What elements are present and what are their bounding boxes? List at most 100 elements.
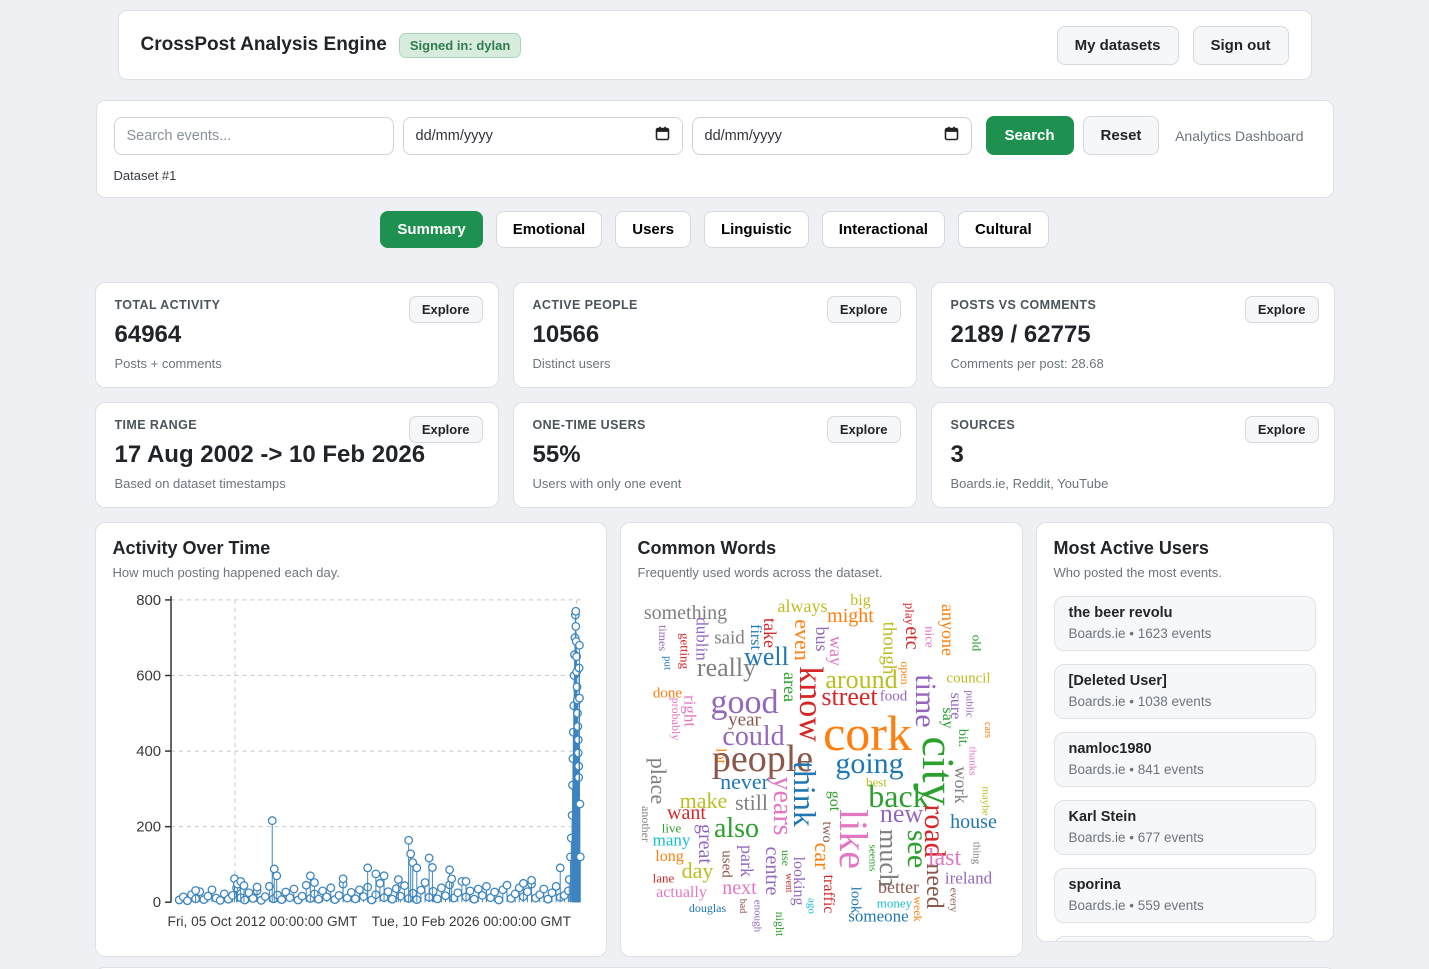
- stat-cards: TOTAL ACTIVITYExplore64964Posts + commen…: [95, 282, 1335, 508]
- stat-card-value: 17 Aug 2002 -> 10 Feb 2026: [115, 441, 479, 469]
- cloud-word: thing: [970, 842, 981, 865]
- calendar-icon[interactable]: [944, 126, 959, 145]
- cloud-word: still: [735, 792, 768, 814]
- stat-card-active-people: ACTIVE PEOPLEExplore10566Distinct users: [513, 282, 917, 388]
- explore-button[interactable]: Explore: [1245, 416, 1319, 443]
- stat-card-total-activity: TOTAL ACTIVITYExplore64964Posts + commen…: [95, 282, 499, 388]
- cloud-word: next: [722, 878, 756, 898]
- cloud-word: enough: [751, 900, 762, 932]
- explore-button[interactable]: Explore: [409, 296, 483, 323]
- most-active-users-panel: Most Active Users Who posted the most ev…: [1036, 522, 1334, 942]
- words-panel-subtitle: Frequently used words across the dataset…: [638, 565, 1005, 580]
- user-item[interactable]: Karl Stein Boards.ie • 677 events: [1054, 800, 1316, 855]
- cloud-word: might: [827, 606, 874, 626]
- activity-over-time-panel: Activity Over Time How much posting happ…: [95, 522, 607, 957]
- user-list: the beer revoluBoards.ie • 1623 events [D…: [1054, 596, 1316, 942]
- cloud-word: another: [640, 806, 652, 842]
- tab-summary[interactable]: Summary: [380, 211, 482, 248]
- cloud-word: park: [738, 845, 756, 877]
- signed-in-badge: Signed in: dylan: [399, 33, 521, 58]
- cloud-word: something: [644, 603, 727, 623]
- cloud-word: new: [880, 801, 923, 827]
- user-meta: Boards.ie • 677 events: [1069, 829, 1301, 846]
- cloud-word: week: [912, 896, 924, 921]
- cloud-word: etc: [902, 626, 922, 649]
- my-datasets-button[interactable]: My datasets: [1057, 26, 1179, 65]
- user-item[interactable]: namloc1980 Boards.ie • 841 events: [1054, 732, 1316, 787]
- words-panel-title: Common Words: [638, 538, 1005, 559]
- stat-card-sublabel: Based on dataset timestamps: [115, 476, 479, 491]
- cloud-word: lane: [653, 872, 675, 885]
- stat-card-sublabel: Distinct users: [533, 356, 897, 371]
- user-name: Karl Stein: [1069, 809, 1301, 826]
- cloud-word: food: [880, 690, 908, 705]
- cloud-word: looking: [790, 857, 806, 906]
- cloud-word: right: [681, 695, 698, 727]
- common-words-panel: Common Words Frequently used words acros…: [620, 522, 1023, 957]
- cloud-word: bad: [737, 899, 747, 913]
- calendar-icon[interactable]: [655, 126, 670, 145]
- svg-text:600: 600: [136, 668, 161, 684]
- tab-emotional[interactable]: Emotional: [496, 211, 603, 248]
- app-title: CrossPost Analysis Engine: [141, 34, 387, 56]
- stat-card-sources: SOURCESExplore3Boards.ie, Reddit, YouTub…: [931, 402, 1335, 508]
- cloud-word: years: [768, 776, 796, 835]
- stat-card-posts-vs-comments: POSTS VS COMMENTSExplore2189 / 62775Comm…: [931, 282, 1335, 388]
- user-name: sporina: [1069, 877, 1301, 894]
- search-button[interactable]: Search: [986, 116, 1074, 155]
- dataset-label: Dataset #1: [114, 168, 1316, 183]
- stat-card-value: 55%: [533, 441, 897, 469]
- cloud-word: times: [657, 625, 669, 651]
- user-meta: Boards.ie • 841 events: [1069, 761, 1301, 778]
- cloud-word: said: [714, 629, 745, 648]
- user-item[interactable]: sporina Boards.ie • 559 events: [1054, 868, 1316, 923]
- svg-text:400: 400: [136, 744, 161, 760]
- stat-card-one-time-users: ONE-TIME USERSExplore55%Users with only …: [513, 402, 917, 508]
- cloud-word: open: [899, 661, 911, 684]
- search-input[interactable]: [114, 117, 394, 155]
- date-from-input[interactable]: dd/mm/yyyy: [403, 117, 683, 155]
- tab-cultural[interactable]: Cultural: [958, 211, 1049, 248]
- cloud-word: even: [791, 619, 813, 661]
- user-name: namloc1980: [1069, 741, 1301, 758]
- svg-text:Fri, 05 Oct 2012 00:00:00 GMT: Fri, 05 Oct 2012 00:00:00 GMT: [167, 914, 357, 929]
- word-cloud: somethingalwaysbigmighttakeevenbuswaytho…: [638, 586, 1010, 934]
- cloud-word: time: [910, 674, 940, 727]
- stat-card-time-range: TIME RANGEExplore17 Aug 2002 -> 10 Feb 2…: [95, 402, 499, 508]
- user-meta: Boards.ie • 1038 events: [1069, 693, 1301, 710]
- explore-button[interactable]: Explore: [1245, 296, 1319, 323]
- user-item[interactable]: the beer revoluBoards.ie • 1623 events: [1054, 596, 1316, 651]
- cloud-word: probably: [670, 698, 682, 741]
- user-item[interactable]: [Deleted User]Boards.ie • 1038 events: [1054, 664, 1316, 719]
- cloud-word: play: [903, 603, 916, 625]
- svg-text:0: 0: [152, 895, 160, 911]
- explore-button[interactable]: Explore: [409, 416, 483, 443]
- tab-linguistic[interactable]: Linguistic: [704, 211, 809, 248]
- cloud-word: douglas: [689, 902, 726, 914]
- stat-card-value: 2189 / 62775: [951, 321, 1315, 349]
- cloud-word: actually: [656, 885, 707, 901]
- cloud-word: always: [778, 597, 828, 615]
- explore-button[interactable]: Explore: [827, 296, 901, 323]
- cloud-word: getting: [678, 633, 691, 669]
- date-to-input[interactable]: dd/mm/yyyy: [692, 117, 972, 155]
- user-item[interactable]: corks finestBoards.ie • 538 events: [1054, 936, 1316, 942]
- cloud-word: traffic: [820, 875, 836, 914]
- reset-button[interactable]: Reset: [1083, 116, 1160, 155]
- explore-button[interactable]: Explore: [827, 416, 901, 443]
- activity-panel-title: Activity Over Time: [113, 538, 589, 559]
- cloud-word: old: [970, 635, 983, 652]
- sign-out-button[interactable]: Sign out: [1193, 26, 1289, 65]
- cloud-word: put: [661, 656, 672, 670]
- cloud-word: cars: [982, 722, 992, 738]
- cloud-word: also: [714, 815, 759, 843]
- cloud-word: really: [697, 655, 756, 681]
- cloud-word: night: [774, 912, 786, 937]
- cloud-word: way: [827, 636, 845, 666]
- tab-interactional[interactable]: Interactional: [822, 211, 945, 248]
- cloud-word: house: [950, 812, 997, 832]
- user-meta: Boards.ie • 559 events: [1069, 897, 1301, 914]
- activity-chart-svg: 0200400600800Fri, 05 Oct 2012 00:00:00 G…: [113, 588, 591, 940]
- tab-users[interactable]: Users: [615, 211, 691, 248]
- svg-text:800: 800: [136, 593, 161, 609]
